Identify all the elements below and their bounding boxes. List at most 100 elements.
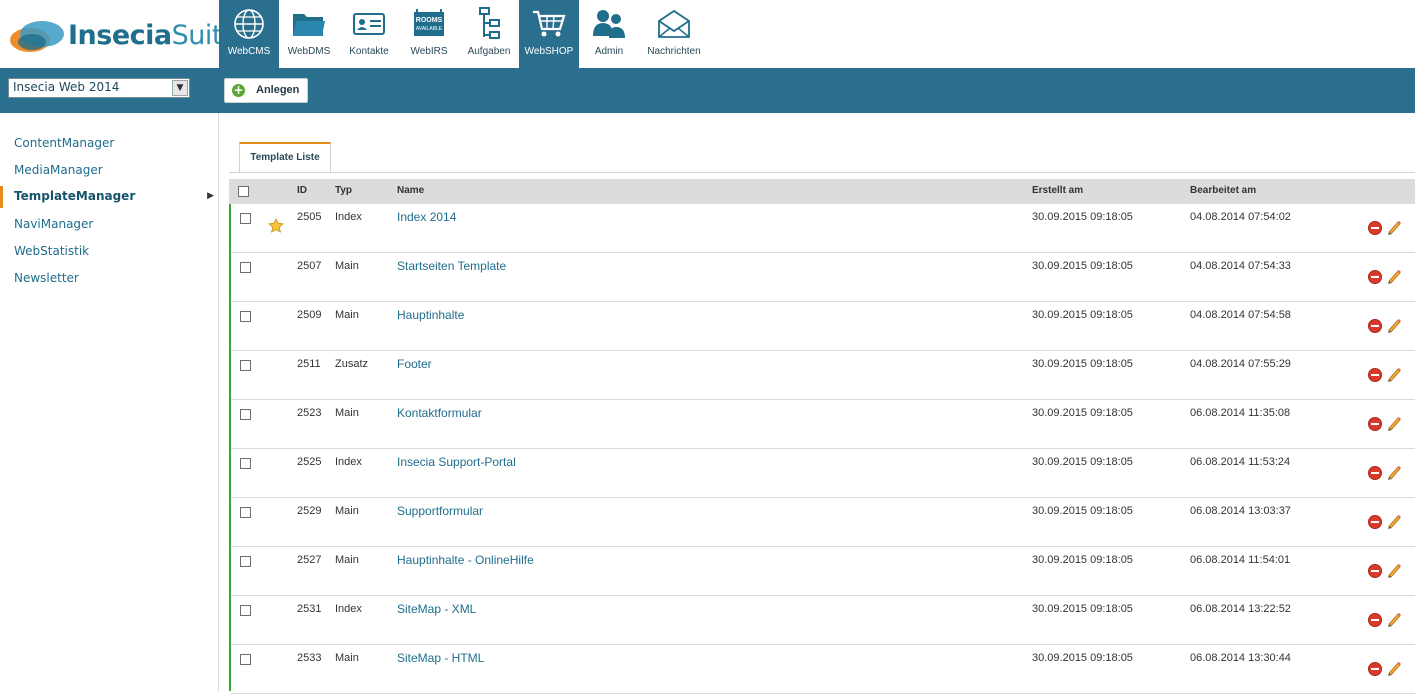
- table-row[interactable]: 2523 Main Kontaktformular 30.09.2015 09:18:…: [231, 400, 1415, 449]
- row-checkbox[interactable]: [240, 458, 251, 469]
- cell-typ: Main: [335, 554, 359, 566]
- module-kontakte[interactable]: Kontakte: [339, 0, 399, 68]
- table-row[interactable]: 2527 Main Hauptinhalte - OnlineHilfe 30.09.…: [231, 547, 1415, 596]
- main-content: Template Liste ID Typ Name Erstellt am B…: [229, 113, 1415, 694]
- row-checkbox[interactable]: [240, 409, 251, 420]
- sidebar-item-mediamanager[interactable]: MediaManager: [0, 160, 218, 182]
- delete-icon[interactable]: [1368, 221, 1382, 235]
- site-select[interactable]: Insecia Web 2014 ▼: [8, 78, 190, 98]
- pencil-icon[interactable]: [1386, 562, 1402, 581]
- sidebar: ContentManager MediaManager TemplateMana…: [0, 113, 219, 691]
- pencil-icon[interactable]: [1386, 219, 1402, 238]
- pencil-icon[interactable]: [1386, 464, 1402, 483]
- cell-name-link[interactable]: SiteMap - XML: [397, 602, 476, 616]
- cell-name-link[interactable]: Footer: [397, 357, 432, 371]
- cell-bearbeitet: 04.08.2014 07:54:58: [1190, 309, 1291, 321]
- cell-name-link[interactable]: Index 2014: [397, 210, 456, 224]
- logo-cloud-icon: [10, 21, 64, 52]
- sidebar-item-label: NaviManager: [14, 217, 94, 231]
- row-checkbox[interactable]: [240, 654, 251, 665]
- table-row[interactable]: 2529 Main Supportformular 30.09.2015 09:18:…: [231, 498, 1415, 547]
- module-webshop[interactable]: WebSHOP: [519, 0, 579, 68]
- delete-icon[interactable]: [1368, 417, 1382, 431]
- delete-icon[interactable]: [1368, 368, 1382, 382]
- app-logo[interactable]: InseciaSuite: [0, 0, 239, 68]
- table-row[interactable]: 2525 Index Insecia Support-Portal 30.09.201…: [231, 449, 1415, 498]
- cell-name-link[interactable]: Kontaktformular: [397, 406, 482, 420]
- row-checkbox[interactable]: [240, 213, 251, 224]
- pencil-icon[interactable]: [1386, 611, 1402, 630]
- sidebar-item-templatemanager[interactable]: TemplateManager ▶: [0, 186, 221, 208]
- row-checkbox[interactable]: [240, 311, 251, 322]
- delete-icon[interactable]: [1368, 270, 1382, 284]
- table-row[interactable]: 2533 Main SiteMap - HTML 30.09.2015 09:18:0…: [231, 645, 1415, 694]
- delete-icon[interactable]: [1368, 613, 1382, 627]
- column-header-name[interactable]: Name: [397, 185, 424, 196]
- module-label: WebIRS: [410, 46, 448, 57]
- sidebar-item-newsletter[interactable]: Newsletter: [0, 268, 218, 290]
- module-label: Nachrichten: [647, 46, 701, 57]
- cell-erstellt: 30.09.2015 09:18:05: [1032, 505, 1133, 517]
- row-checkbox[interactable]: [240, 605, 251, 616]
- cell-typ: Index: [335, 456, 362, 468]
- row-checkbox[interactable]: [240, 507, 251, 518]
- anlegen-button[interactable]: + Anlegen: [224, 78, 308, 103]
- delete-icon[interactable]: [1368, 466, 1382, 480]
- module-webcms[interactable]: WebCMS: [219, 0, 279, 68]
- delete-icon[interactable]: [1368, 319, 1382, 333]
- add-icon: +: [232, 83, 245, 97]
- pencil-icon[interactable]: [1386, 513, 1402, 532]
- pencil-icon[interactable]: [1386, 415, 1402, 434]
- users-icon: [592, 7, 626, 41]
- pencil-icon[interactable]: [1386, 660, 1402, 679]
- sidebar-item-navimanager[interactable]: NaviManager: [0, 214, 218, 236]
- chevron-down-icon[interactable]: ▼: [172, 80, 188, 96]
- module-aufgaben[interactable]: Aufgaben: [459, 0, 519, 68]
- folder-icon: [292, 7, 326, 41]
- cell-erstellt: 30.09.2015 09:18:05: [1032, 260, 1133, 272]
- module-nachrichten[interactable]: Nachrichten: [639, 0, 709, 68]
- column-header-bearbeitet[interactable]: Bearbeitet am: [1190, 185, 1256, 196]
- row-checkbox[interactable]: [240, 556, 251, 567]
- column-header-erstellt[interactable]: Erstellt am: [1032, 185, 1083, 196]
- cell-name-link[interactable]: Hauptinhalte: [397, 308, 464, 322]
- column-header-typ[interactable]: Typ: [335, 185, 352, 196]
- star-icon[interactable]: [268, 217, 284, 236]
- pencil-icon[interactable]: [1386, 317, 1402, 336]
- cell-erstellt: 30.09.2015 09:18:05: [1032, 554, 1133, 566]
- row-checkbox[interactable]: [240, 360, 251, 371]
- cell-bearbeitet: 06.08.2014 11:54:01: [1190, 554, 1291, 566]
- delete-icon[interactable]: [1368, 564, 1382, 578]
- cell-id: 2531: [297, 603, 322, 615]
- pencil-icon[interactable]: [1386, 268, 1402, 287]
- table-row[interactable]: 2511 Zusatz Footer 30.09.2015 09:18:05 04.08…: [231, 351, 1415, 400]
- logo-text-insecia: Insecia: [68, 20, 172, 51]
- table-row[interactable]: 2507 Main Startseiten Template 30.09.2015 0…: [231, 253, 1415, 302]
- row-checkbox[interactable]: [240, 262, 251, 273]
- cell-name-link[interactable]: SiteMap - HTML: [397, 651, 484, 665]
- module-webdms[interactable]: WebDMS: [279, 0, 339, 68]
- sidebar-item-webstatistik[interactable]: WebStatistik: [0, 241, 218, 263]
- module-label: WebSHOP: [524, 46, 574, 57]
- cell-id: 2523: [297, 407, 322, 419]
- delete-icon[interactable]: [1368, 662, 1382, 676]
- cell-name-link[interactable]: Supportformular: [397, 504, 483, 518]
- module-webirs[interactable]: ROOMS AVAILABLE WebIRS: [399, 0, 459, 68]
- table-row[interactable]: 2531 Index SiteMap - XML 30.09.2015 09:18:0…: [231, 596, 1415, 645]
- sidebar-item-contentmanager[interactable]: ContentManager: [0, 133, 218, 155]
- cell-name-link[interactable]: Hauptinhalte - OnlineHilfe: [397, 553, 534, 567]
- column-header-id[interactable]: ID: [297, 185, 307, 196]
- table-row[interactable]: 2509 Main Hauptinhalte 30.09.2015 09:18:05 0…: [231, 302, 1415, 351]
- select-all-checkbox[interactable]: [238, 186, 249, 197]
- module-admin[interactable]: Admin: [579, 0, 639, 68]
- cell-id: 2529: [297, 505, 322, 517]
- cell-bearbeitet: 06.08.2014 11:53:24: [1190, 456, 1291, 468]
- delete-icon[interactable]: [1368, 515, 1382, 529]
- cell-name-link[interactable]: Startseiten Template: [397, 259, 506, 273]
- cell-erstellt: 30.09.2015 09:18:05: [1032, 309, 1133, 321]
- table-row[interactable]: 2505 Index Index 2014 30.09.2015 09:18:05 04…: [231, 204, 1415, 253]
- module-label: Kontakte: [349, 46, 389, 57]
- pencil-icon[interactable]: [1386, 366, 1402, 385]
- cell-name-link[interactable]: Insecia Support-Portal: [397, 455, 516, 469]
- tab-template-liste[interactable]: Template Liste: [239, 142, 331, 172]
